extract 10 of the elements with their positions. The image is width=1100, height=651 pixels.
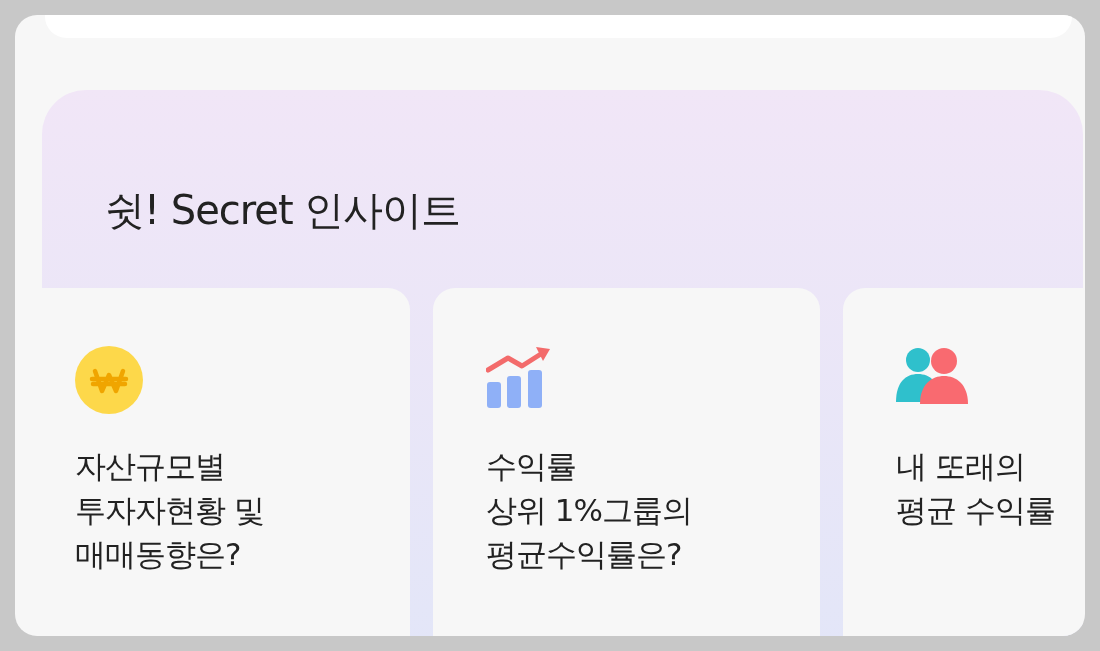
insight-card[interactable]: 수익률 상위 1%그룹의 평균수익률은? bbox=[433, 288, 820, 636]
insight-card[interactable]: 내 또래의 평균 수익률 bbox=[843, 288, 1083, 636]
coin-icon bbox=[75, 346, 143, 414]
card-text: 수익률 상위 1%그룹의 평균수익률은? bbox=[486, 447, 694, 574]
card-text: 내 또래의 평균 수익률 bbox=[896, 447, 1056, 530]
card-text: 자산규모별 투자자현황 및 매매동향은? bbox=[75, 447, 265, 574]
insight-card[interactable]: 자산규모별 투자자현황 및 매매동향은? bbox=[42, 288, 410, 636]
people-icon bbox=[896, 346, 970, 404]
bar-chart-icon bbox=[486, 346, 552, 408]
section-title: 쉿! Secret 인사이트 bbox=[105, 186, 461, 235]
